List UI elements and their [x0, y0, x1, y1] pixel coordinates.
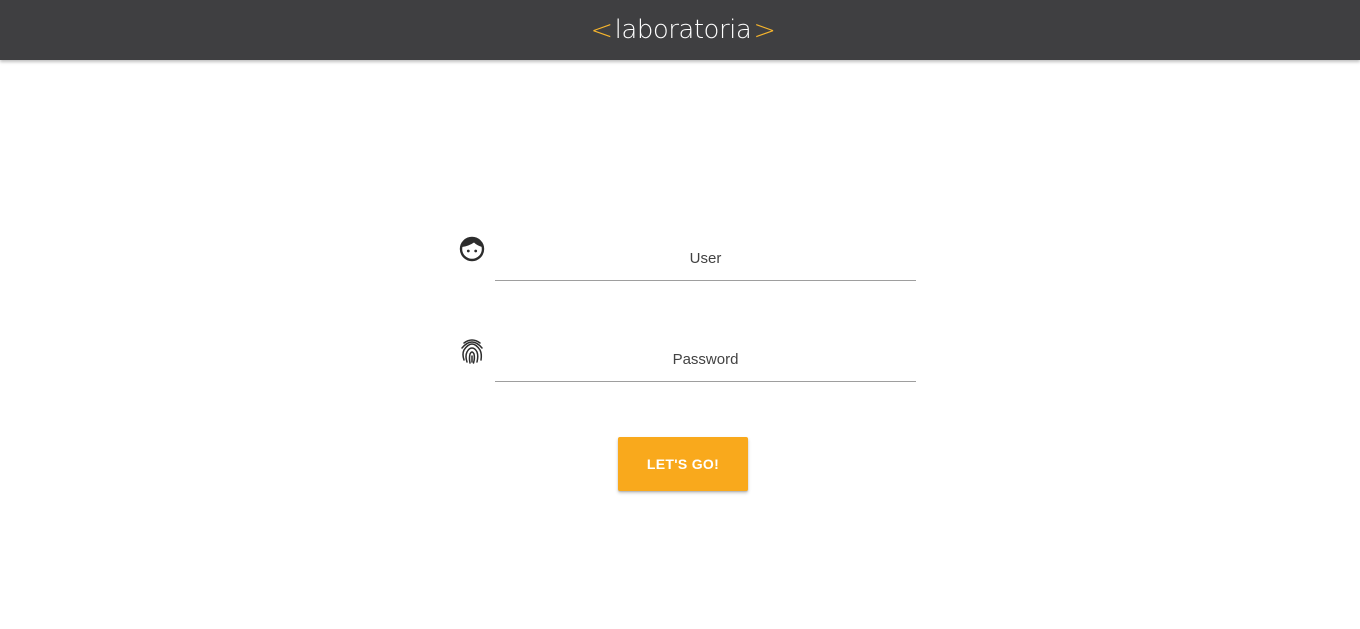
fingerprint-icon	[461, 339, 483, 364]
logo-wordmark: laboratoria	[614, 15, 752, 45]
lets-go-button[interactable]: LET'S GO!	[618, 437, 748, 491]
top-app-bar: < laboratoria >	[0, 0, 1360, 60]
laboratoria-logo[interactable]: < laboratoria >	[591, 17, 776, 44]
logo-open-bracket: <	[590, 14, 614, 46]
face-icon	[459, 236, 485, 262]
password-input[interactable]	[495, 346, 916, 372]
user-input-wrapper	[495, 231, 916, 281]
user-input[interactable]	[495, 245, 916, 271]
user-field-row	[456, 231, 916, 281]
password-field-row	[456, 332, 916, 382]
logo-close-bracket: >	[753, 14, 776, 46]
password-input-wrapper	[495, 332, 916, 382]
